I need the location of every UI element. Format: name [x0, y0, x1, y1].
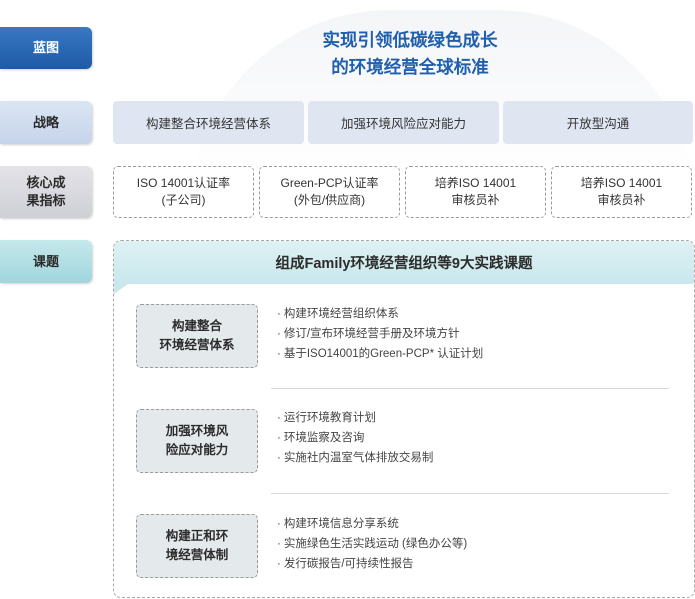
practice-item: 基于ISO14001的Green-PCP* 认证计划 — [277, 344, 677, 364]
practice-box-1-line1: 构建整合 — [171, 319, 222, 333]
kpi-box-2: Green-PCP认证率 (外包/供应商) — [259, 166, 400, 218]
strategy-box-3: 开放型沟通 — [503, 101, 693, 144]
practice-box-3-line1: 构建正和环 — [165, 529, 229, 543]
kpi-box-1: ISO 14001认证率 (子公司) — [113, 166, 254, 218]
kpi-box-2-line1: Green-PCP认证率 — [280, 176, 379, 190]
practice-item: 发行碳报告/可持续性报告 — [277, 554, 677, 574]
task-header-arrow — [114, 284, 128, 294]
practice-box-3: 构建正和环 境经营体制 — [136, 514, 258, 578]
practice-item: 构建环境经营组织体系 — [277, 304, 677, 324]
practice-item: 实施社内温室气体排放交易制 — [277, 448, 677, 468]
practice-item: 构建环境信息分享系统 — [277, 514, 677, 534]
kpi-box-1-line2: (子公司) — [161, 193, 206, 207]
kpi-box-3: 培养ISO 14001 审核员补 — [405, 166, 546, 218]
kpi-box-4-line2: 审核员补 — [597, 193, 646, 207]
practice-box-3-line2: 境经营体制 — [165, 548, 229, 562]
practice-box-2-line2: 险应对能力 — [165, 443, 229, 457]
practice-box-1: 构建整合 环境经营体系 — [136, 304, 258, 368]
practice-box-2: 加强环境风 险应对能力 — [136, 409, 258, 473]
row-label-kpi-line1: 核心成 — [26, 175, 66, 190]
blueprint-title: 实现引领低碳绿色成长 的环境经营全球标准 — [230, 27, 590, 81]
row-label-task: 课题 — [0, 240, 92, 283]
row-label-blueprint: 蓝图 — [0, 27, 92, 69]
practice-box-2-line1: 加强环境风 — [165, 424, 229, 438]
kpi-box-3-line2: 审核员补 — [451, 193, 500, 207]
kpi-box-4-line1: 培养ISO 14001 — [580, 176, 663, 190]
practice-box-1-line2: 环境经营体系 — [159, 338, 235, 352]
kpi-box-2-line2: (外包/供应商) — [293, 193, 366, 207]
row-label-kpi: 核心成 果指标 — [0, 166, 92, 218]
practice-items-2: 运行环境教育计划 环境监察及咨询 实施社内温室气体排放交易制 — [277, 408, 677, 468]
strategy-box-1: 构建整合环境经营体系 — [113, 101, 304, 144]
practice-divider-1 — [271, 388, 669, 389]
practice-item: 修订/宣布环境经营手册及环境方针 — [277, 324, 677, 344]
row-label-strategy: 战略 — [0, 101, 92, 144]
practice-item: 运行环境教育计划 — [277, 408, 677, 428]
kpi-box-3-line1: 培养ISO 14001 — [434, 176, 517, 190]
blueprint-title-line1: 实现引领低碳绿色成长 — [322, 30, 498, 50]
row-label-kpi-line2: 果指标 — [26, 193, 66, 208]
practice-divider-2 — [271, 493, 669, 494]
blueprint-title-line2: 的环境经营全球标准 — [331, 57, 489, 77]
practice-items-3: 构建环境信息分享系统 实施绿色生活实践运动 (绿色办公等) 发行碳报告/可持续性… — [277, 514, 677, 574]
task-panel: 组成Family环境经营组织等9大实践课题 构建整合 环境经营体系 构建环境经营… — [113, 240, 695, 598]
kpi-box-1-line1: ISO 14001认证率 — [136, 176, 231, 190]
practice-item: 实施绿色生活实践运动 (绿色办公等) — [277, 534, 677, 554]
strategy-box-2: 加强环境风险应对能力 — [308, 101, 499, 144]
kpi-box-4: 培养ISO 14001 审核员补 — [551, 166, 692, 218]
practice-item: 环境监察及咨询 — [277, 428, 677, 448]
task-header: 组成Family环境经营组织等9大实践课题 — [114, 241, 694, 284]
practice-items-1: 构建环境经营组织体系 修订/宣布环境经营手册及环境方针 基于ISO14001的G… — [277, 304, 677, 364]
